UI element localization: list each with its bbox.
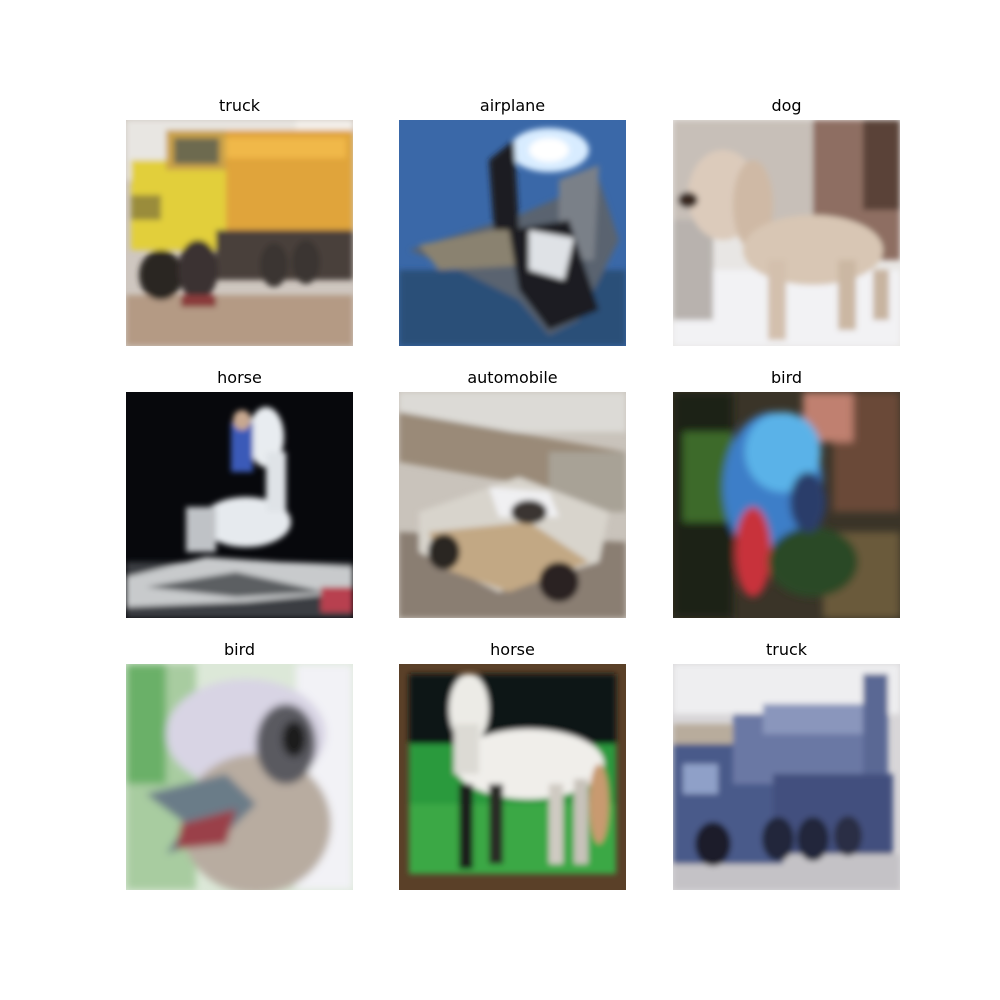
dog-image: [673, 120, 900, 346]
dog-picture: [673, 120, 900, 346]
image-label: dog: [771, 96, 802, 115]
horse-image: [399, 664, 626, 890]
horse-picture: [126, 392, 353, 618]
image-label: automobile: [467, 368, 558, 387]
image-label: airplane: [479, 96, 546, 115]
horse-image: [126, 392, 353, 618]
automobile-image: [399, 392, 626, 618]
truck-image: [126, 120, 353, 346]
image-label: bird: [770, 368, 803, 387]
automobile-picture: [399, 392, 626, 618]
horse-picture: [399, 664, 626, 890]
image-label: bird: [223, 640, 256, 659]
airplane-image: [399, 120, 626, 346]
bird-picture: [126, 664, 353, 890]
image-label: horse: [217, 368, 262, 387]
image-label: truck: [765, 640, 808, 659]
airplane-picture: [399, 120, 626, 346]
truck-picture: [673, 664, 900, 890]
bird-image: [673, 392, 900, 618]
truck-image: [673, 664, 900, 890]
image-label: truck: [218, 96, 261, 115]
bird-picture: [673, 392, 900, 618]
image-label: horse: [490, 640, 535, 659]
image-grid-figure: truck airplane dog horse automobile bird…: [0, 0, 1000, 1000]
bird-image: [126, 664, 353, 890]
truck-picture: [126, 120, 353, 346]
